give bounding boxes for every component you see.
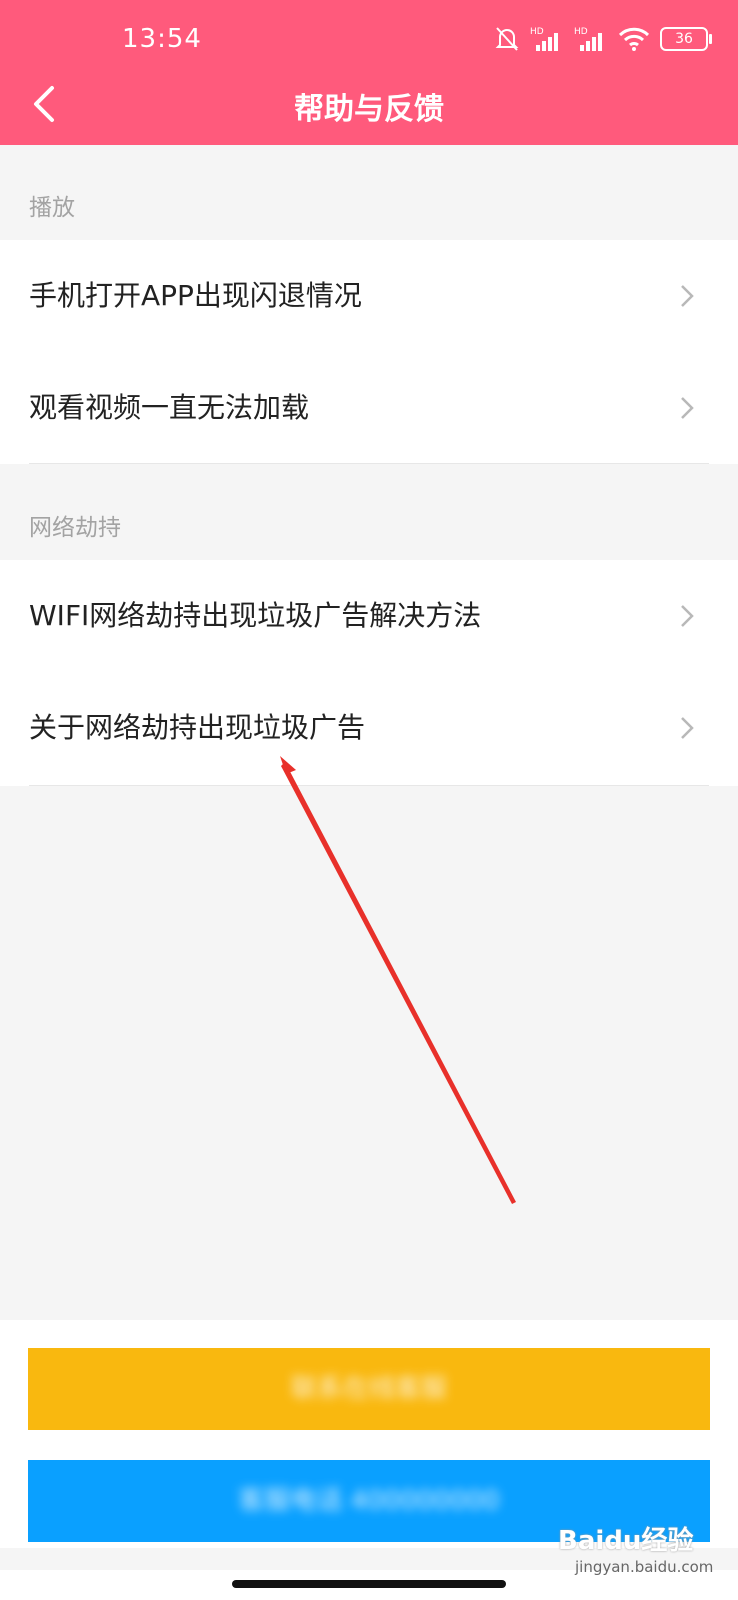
status-time: 13:54 <box>122 24 202 54</box>
chevron-right-icon <box>681 285 694 307</box>
list-item[interactable]: 观看视频一直无法加载 <box>0 352 738 464</box>
divider <box>29 785 709 786</box>
signal-icon: HD <box>530 27 558 51</box>
online-service-button[interactable]: 联系在线客服 <box>28 1348 710 1430</box>
battery-level: 36 <box>675 31 693 47</box>
online-service-label: 联系在线客服 <box>290 1374 447 1404</box>
status-icons: HD HD 36 <box>494 22 712 56</box>
battery-icon: 36 <box>660 27 712 51</box>
section-group-playback: 手机打开APP出现闪退情况 观看视频一直无法加载 <box>0 240 738 464</box>
signal-icon-2: HD <box>574 27 602 51</box>
chevron-right-icon <box>681 397 694 419</box>
wifi-icon <box>618 27 650 51</box>
list-item-label: 手机打开APP出现闪退情况 <box>29 279 362 312</box>
home-indicator[interactable] <box>232 1580 506 1588</box>
list-item-label: WIFI网络劫持出现垃圾广告解决方法 <box>29 599 482 632</box>
watermark-brand: Baidu经验 <box>558 1526 694 1556</box>
section-group-network: WIFI网络劫持出现垃圾广告解决方法 关于网络劫持出现垃圾广告 <box>0 560 738 786</box>
chevron-right-icon <box>681 717 694 739</box>
page-title: 帮助与反馈 <box>294 92 444 127</box>
svg-text:HD: HD <box>574 27 588 37</box>
list-item-label: 观看视频一直无法加载 <box>29 391 310 424</box>
list-item[interactable]: WIFI网络劫持出现垃圾广告解决方法 <box>0 560 738 672</box>
chevron-right-icon <box>681 605 694 627</box>
section-label-network: 网络劫持 <box>29 515 121 541</box>
svg-text:HD: HD <box>530 27 544 37</box>
app-header: 13:54 HD HD 36 帮助与反馈 <box>0 0 738 145</box>
section-label-playback: 播放 <box>29 195 75 221</box>
list-item-label: 关于网络劫持出现垃圾广告 <box>29 711 366 744</box>
bell-mute-icon <box>495 27 519 51</box>
divider <box>29 463 709 464</box>
list-item[interactable]: 关于网络劫持出现垃圾广告 <box>0 672 738 784</box>
watermark-url: jingyan.baidu.com <box>575 1558 714 1576</box>
list-item[interactable]: 手机打开APP出现闪退情况 <box>0 240 738 352</box>
